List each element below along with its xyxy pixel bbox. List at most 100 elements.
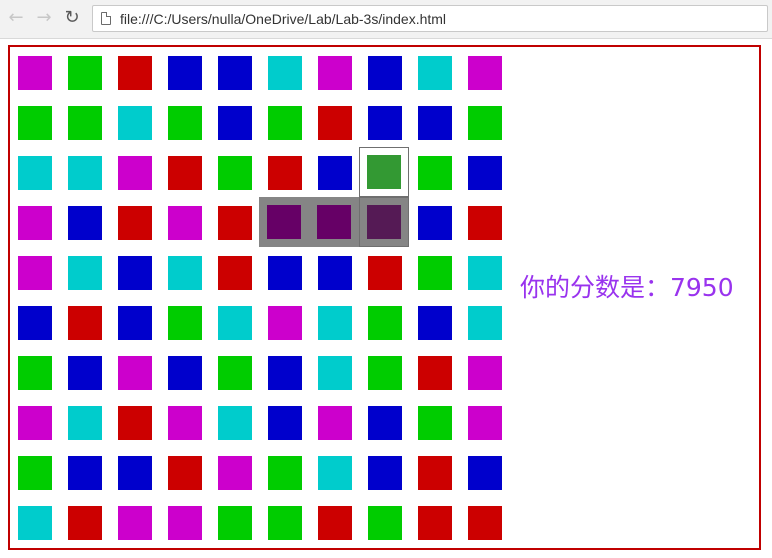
board-tile[interactable]: [368, 506, 402, 540]
board-tile[interactable]: [218, 506, 252, 540]
board-cell[interactable]: [359, 197, 409, 247]
board-cell[interactable]: [467, 55, 517, 105]
board-cell[interactable]: [267, 55, 317, 105]
board-cell[interactable]: [17, 355, 67, 405]
board-cell[interactable]: [317, 255, 367, 305]
board-tile[interactable]: [368, 406, 402, 440]
board-tile[interactable]: [468, 206, 502, 240]
board-cell[interactable]: [467, 205, 517, 255]
board-tile[interactable]: [418, 306, 452, 340]
board-tile[interactable]: [218, 156, 252, 190]
board-cell[interactable]: [467, 105, 517, 155]
board-tile[interactable]: [118, 406, 152, 440]
forward-arrow-icon[interactable]: →: [34, 8, 54, 28]
board-tile[interactable]: [368, 256, 402, 290]
board-cell[interactable]: [117, 255, 167, 305]
board-cell[interactable]: [217, 355, 267, 405]
board-tile[interactable]: [268, 56, 302, 90]
board-cell[interactable]: [267, 305, 317, 355]
board-tile[interactable]: [118, 56, 152, 90]
board-tile[interactable]: [168, 506, 202, 540]
board-cell[interactable]: [117, 405, 167, 455]
board-tile[interactable]: [418, 356, 452, 390]
board-cell[interactable]: [17, 205, 67, 255]
board-tile[interactable]: [218, 206, 252, 240]
board-tile[interactable]: [18, 406, 52, 440]
board-tile[interactable]: [418, 106, 452, 140]
board-cell[interactable]: [167, 505, 217, 555]
url-text[interactable]: file:///C:/Users/nulla/OneDrive/Lab/Lab-…: [120, 11, 446, 27]
board-cell[interactable]: [417, 305, 467, 355]
board-cell[interactable]: [467, 405, 517, 455]
board-tile[interactable]: [68, 106, 102, 140]
board-cell[interactable]: [117, 55, 167, 105]
board-cell[interactable]: [217, 55, 267, 105]
board-cell[interactable]: [417, 455, 467, 505]
board-tile[interactable]: [218, 456, 252, 490]
board-tile[interactable]: [18, 206, 52, 240]
board-tile[interactable]: [468, 56, 502, 90]
board-tile[interactable]: [418, 256, 452, 290]
board-tile[interactable]: [118, 156, 152, 190]
board-cell[interactable]: [167, 405, 217, 455]
board-tile[interactable]: [18, 106, 52, 140]
board-cell[interactable]: [17, 105, 67, 155]
board-tile[interactable]: [368, 306, 402, 340]
board-tile[interactable]: [168, 356, 202, 390]
board-tile[interactable]: [18, 256, 52, 290]
board-tile[interactable]: [368, 56, 402, 90]
board-cell[interactable]: [267, 405, 317, 455]
board-tile[interactable]: [268, 306, 302, 340]
board-cell[interactable]: [117, 455, 167, 505]
board-cell[interactable]: [367, 55, 417, 105]
board-cell[interactable]: [267, 505, 317, 555]
board-cell[interactable]: [267, 105, 317, 155]
board-cell[interactable]: [317, 355, 367, 405]
board-tile[interactable]: [168, 56, 202, 90]
board-tile[interactable]: [368, 356, 402, 390]
board-tile[interactable]: [68, 356, 102, 390]
board-cell[interactable]: [367, 255, 417, 305]
board-tile[interactable]: [168, 206, 202, 240]
board-tile[interactable]: [418, 456, 452, 490]
board-cell[interactable]: [167, 105, 217, 155]
board-cell[interactable]: [217, 305, 267, 355]
reload-icon[interactable]: ↻: [62, 8, 82, 28]
board-tile[interactable]: [368, 456, 402, 490]
board-cell[interactable]: [167, 255, 217, 305]
board-cell[interactable]: [467, 255, 517, 305]
board-tile[interactable]: [18, 56, 52, 90]
board-tile[interactable]: [18, 356, 52, 390]
board-tile[interactable]: [68, 406, 102, 440]
board-cell[interactable]: [367, 305, 417, 355]
board-cell[interactable]: [17, 155, 67, 205]
board-cell[interactable]: [117, 155, 167, 205]
address-bar[interactable]: file:///C:/Users/nulla/OneDrive/Lab/Lab-…: [92, 5, 768, 32]
board-cell[interactable]: [17, 255, 67, 305]
board-cell[interactable]: [309, 197, 359, 247]
board-tile[interactable]: [268, 106, 302, 140]
board-cell[interactable]: [17, 55, 67, 105]
board-tile[interactable]: [268, 256, 302, 290]
board-cell[interactable]: [67, 305, 117, 355]
board-tile[interactable]: [18, 306, 52, 340]
board-tile[interactable]: [468, 306, 502, 340]
board-tile[interactable]: [68, 456, 102, 490]
board-tile[interactable]: [118, 306, 152, 340]
board-tile[interactable]: [317, 205, 351, 239]
board-cell[interactable]: [417, 155, 467, 205]
board-cell[interactable]: [117, 505, 167, 555]
board-cell[interactable]: [467, 505, 517, 555]
board-tile[interactable]: [218, 406, 252, 440]
board-tile[interactable]: [268, 356, 302, 390]
board-cell[interactable]: [359, 147, 409, 197]
board-tile[interactable]: [318, 56, 352, 90]
board-cell[interactable]: [267, 355, 317, 405]
board-tile[interactable]: [468, 106, 502, 140]
board-tile[interactable]: [318, 256, 352, 290]
board-tile[interactable]: [418, 406, 452, 440]
board-cell[interactable]: [167, 455, 217, 505]
board-tile[interactable]: [268, 156, 302, 190]
board-tile[interactable]: [118, 106, 152, 140]
board-cell[interactable]: [67, 405, 117, 455]
